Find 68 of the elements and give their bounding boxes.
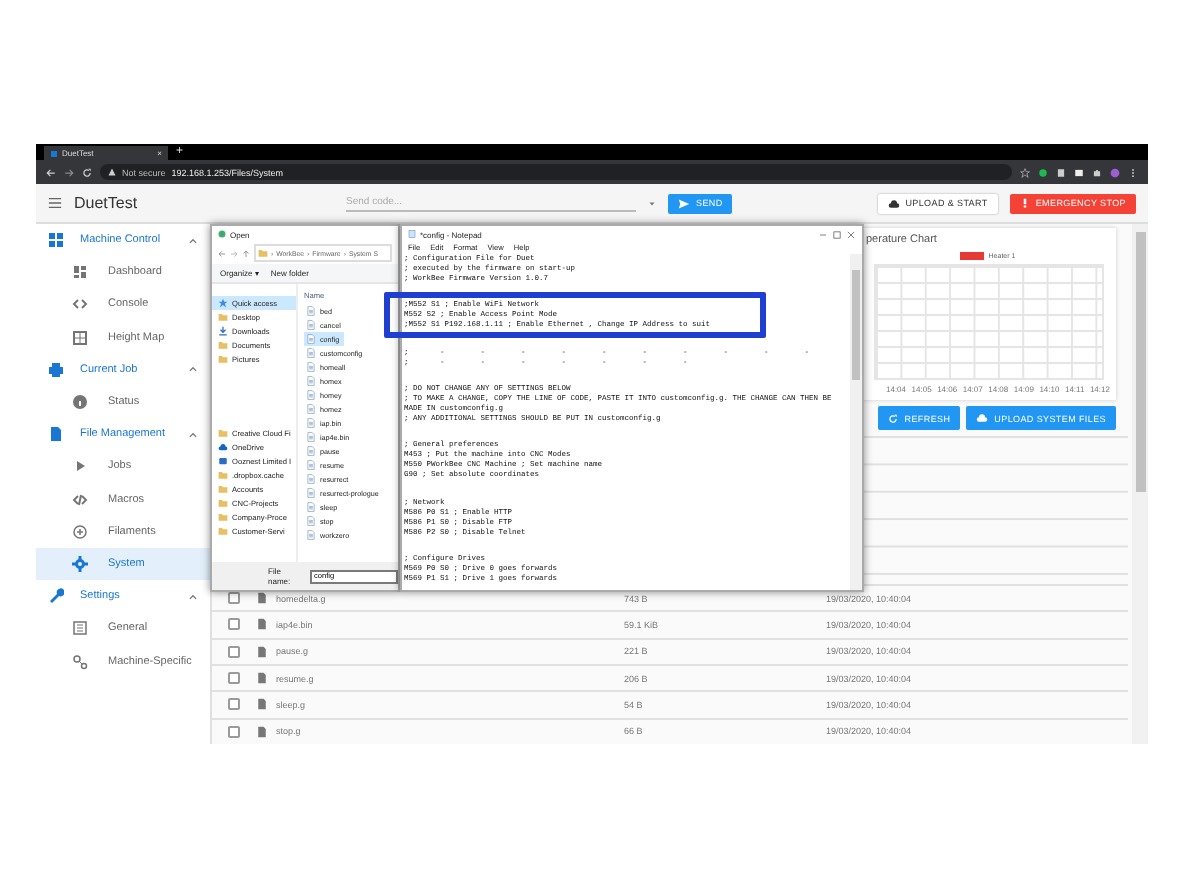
checkbox[interactable] (228, 672, 240, 685)
file-icon (48, 426, 64, 443)
notepad-icon (408, 230, 416, 238)
nodes-icon (72, 653, 88, 670)
app-title: DuetTest (74, 194, 140, 212)
back-icon (218, 249, 226, 257)
cloud-upload-icon (976, 412, 989, 424)
document-icon (306, 474, 316, 484)
menu-icon (48, 196, 62, 210)
minimize-icon (818, 229, 828, 239)
drive-icon (218, 456, 228, 466)
grid-icon (48, 232, 64, 249)
document-icon (306, 390, 316, 400)
forward-icon (64, 167, 74, 177)
file-icon (256, 645, 268, 658)
checkbox[interactable] (228, 618, 240, 631)
maximize-icon (832, 229, 842, 239)
cloud-upload-icon (887, 197, 900, 209)
avatar-icon (1110, 167, 1120, 177)
document-icon (306, 348, 316, 358)
document-icon (306, 334, 316, 344)
star-icon (1020, 167, 1030, 177)
info-icon (72, 394, 88, 411)
code-icon (72, 491, 88, 508)
document-icon (306, 404, 316, 414)
document-icon (306, 446, 316, 456)
folder-icon (258, 248, 268, 258)
checkbox[interactable] (228, 725, 240, 738)
checkbox[interactable] (228, 645, 240, 658)
checkbox[interactable] (228, 592, 240, 605)
document-icon (306, 306, 316, 316)
refresh-icon (888, 413, 899, 423)
download-icon (218, 326, 228, 336)
chevron-up-icon[interactable] (188, 429, 198, 440)
plus-circle-icon (72, 523, 88, 540)
document-icon (306, 418, 316, 428)
warning-icon (108, 168, 116, 176)
file-icon (256, 725, 268, 738)
site-icon (50, 149, 58, 157)
send-icon (678, 197, 690, 209)
scrollbar-thumb[interactable] (852, 270, 860, 380)
scrollbar-thumb[interactable] (1135, 232, 1145, 492)
dashboard-icon (72, 264, 88, 281)
star-icon (218, 298, 228, 308)
reload-icon (82, 167, 92, 177)
up-icon (242, 249, 250, 257)
back-icon (46, 167, 56, 177)
chevron-up-icon[interactable] (188, 591, 198, 602)
dropdown-icon (648, 199, 656, 207)
document-icon (306, 530, 316, 540)
cloud-icon (218, 442, 228, 452)
code-icon (72, 296, 88, 313)
forward-icon (230, 249, 238, 257)
document-icon (306, 516, 316, 526)
document-icon (306, 362, 316, 372)
chevron-up-icon[interactable] (188, 364, 198, 375)
document-icon (306, 502, 316, 512)
document-icon (306, 376, 316, 386)
chevron-up-icon[interactable] (188, 235, 198, 246)
close-icon (846, 229, 856, 239)
play-icon (72, 458, 88, 475)
document-icon (306, 460, 316, 470)
document-icon (306, 320, 316, 330)
gear-icon (72, 555, 88, 572)
wrench-icon (48, 588, 64, 605)
document-icon (306, 432, 316, 442)
checkbox[interactable] (228, 698, 240, 711)
document-icon (306, 488, 316, 498)
